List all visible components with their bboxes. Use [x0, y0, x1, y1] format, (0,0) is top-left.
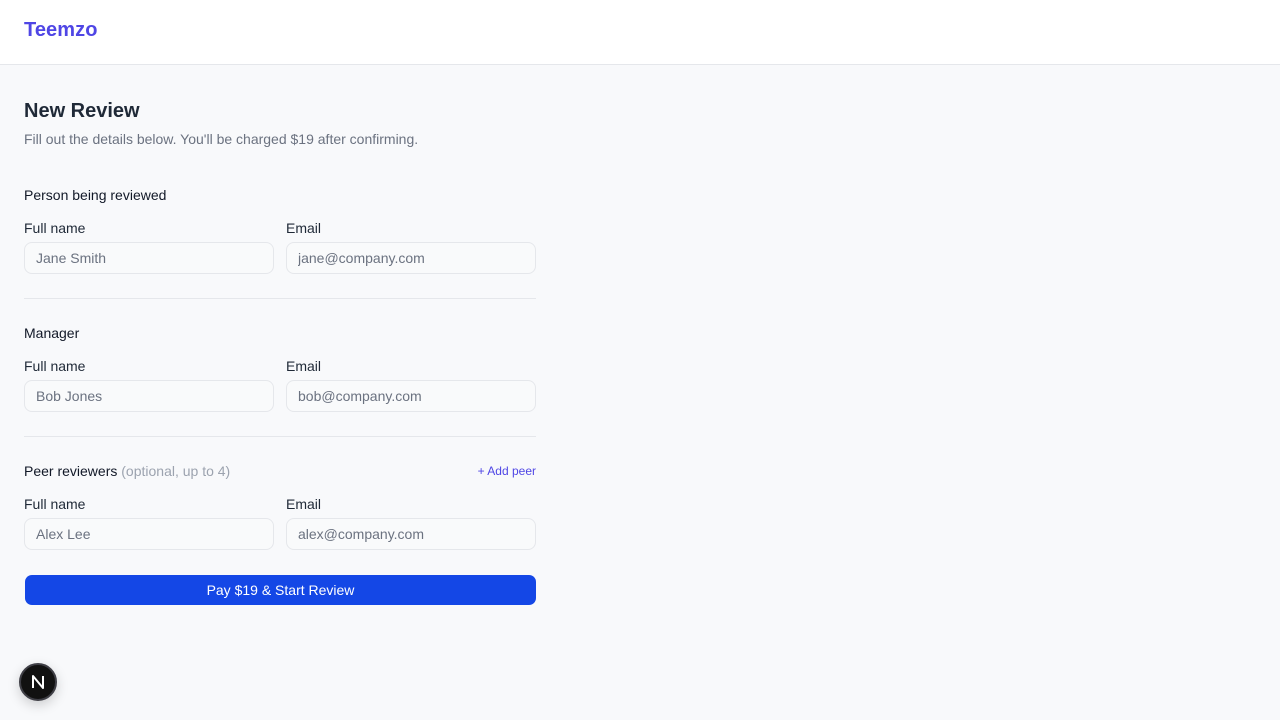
page-subtitle: Fill out the details below. You'll be ch…: [24, 131, 419, 147]
person-section-title: Person being reviewed: [24, 187, 167, 203]
manager-email-input[interactable]: [286, 380, 536, 412]
person-fields-row: Full name Email: [24, 218, 536, 274]
page-title: New Review: [24, 100, 140, 122]
manager-section: Manager Full name Email: [24, 323, 536, 412]
manager-name-field: Full name: [24, 356, 274, 412]
person-email-field: Email: [286, 218, 536, 274]
peers-note: (optional, up to 4): [121, 463, 231, 479]
person-name-input[interactable]: [24, 242, 274, 274]
person-email-input[interactable]: [286, 242, 536, 274]
person-email-label: Email: [286, 220, 322, 236]
divider: [24, 298, 536, 299]
peer-email-label: Email: [286, 496, 322, 512]
add-peer-button[interactable]: + Add peer: [478, 464, 536, 478]
manager-email-label: Email: [286, 358, 322, 374]
manager-name-label: Full name: [24, 358, 86, 374]
divider: [24, 436, 536, 437]
brand-logo[interactable]: Teemzo: [24, 19, 98, 42]
peers-section-header: Peer reviewers (optional, up to 4) + Add…: [24, 461, 536, 481]
nextjs-logo-icon: [32, 675, 44, 689]
person-section: Person being reviewed Full name Email: [24, 185, 536, 274]
peer-email-field: Email: [286, 494, 536, 550]
peer-fields-row: Full name Email: [24, 494, 536, 550]
peer-name-input[interactable]: [24, 518, 274, 550]
top-bar: Teemzo: [0, 0, 1280, 65]
peer-email-input[interactable]: [286, 518, 536, 550]
peers-title-text: Peer reviewers: [24, 463, 118, 479]
nextjs-badge[interactable]: [19, 663, 57, 701]
manager-name-input[interactable]: [24, 380, 274, 412]
new-review-form: New Review Fill out the details below. Y…: [24, 97, 536, 605]
peer-name-field: Full name: [24, 494, 274, 550]
pay-and-start-button[interactable]: Pay $19 & Start Review: [25, 575, 536, 605]
peers-section-title: Peer reviewers (optional, up to 4): [24, 461, 230, 481]
manager-fields-row: Full name Email: [24, 356, 536, 412]
peer-name-label: Full name: [24, 496, 86, 512]
peers-section: Peer reviewers (optional, up to 4) + Add…: [24, 461, 536, 550]
person-name-label: Full name: [24, 220, 86, 236]
manager-section-title: Manager: [24, 325, 80, 341]
manager-email-field: Email: [286, 356, 536, 412]
person-name-field: Full name: [24, 218, 274, 274]
